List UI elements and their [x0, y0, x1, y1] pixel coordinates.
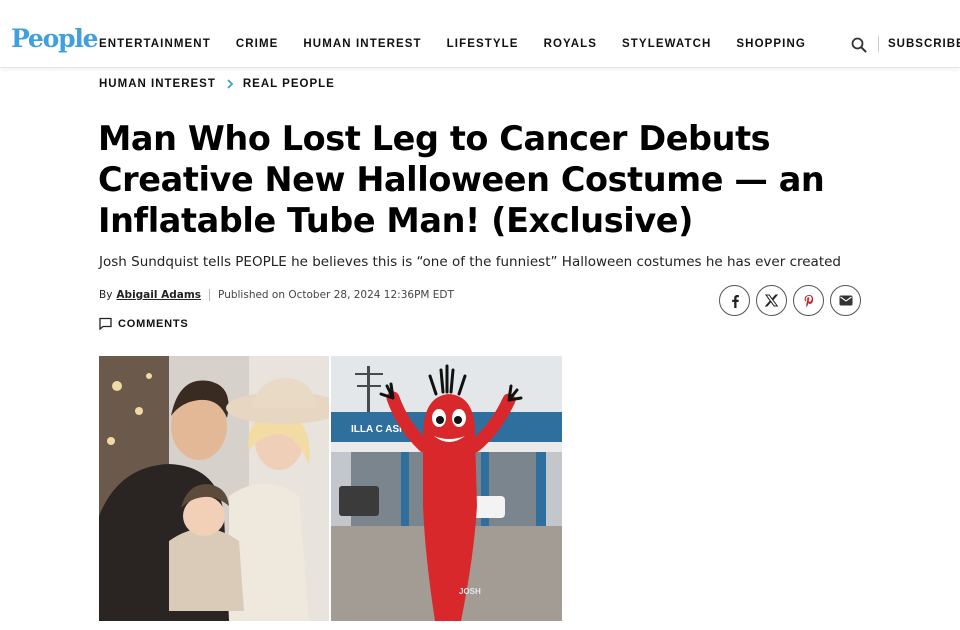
- pinterest-icon: [804, 294, 813, 307]
- x-icon: [765, 294, 778, 307]
- photo-watermark: JOSH: [459, 587, 481, 596]
- main-nav: ENTERTAINMENT CRIME HUMAN INTEREST LIFES…: [99, 38, 831, 50]
- share-x-button[interactable]: [756, 285, 787, 316]
- facebook-icon: [731, 294, 739, 308]
- nav-stylewatch[interactable]: STYLEWATCH: [622, 38, 711, 50]
- email-icon: [839, 295, 852, 306]
- chevron-right-icon: [227, 79, 234, 89]
- breadcrumb-human-interest[interactable]: HUMAN INTEREST: [99, 78, 216, 90]
- byline-divider: [209, 289, 211, 301]
- author-link[interactable]: Abigail Adams: [116, 289, 201, 301]
- share-email-button[interactable]: [830, 285, 861, 316]
- nav-human-interest[interactable]: HUMAN INTEREST: [303, 38, 421, 50]
- byline: By Abigail Adams Published on October 28…: [99, 289, 454, 301]
- comment-icon: [99, 317, 112, 330]
- breadcrumb: HUMAN INTEREST REAL PEOPLE: [99, 78, 335, 90]
- breadcrumb-real-people[interactable]: REAL PEOPLE: [243, 78, 335, 90]
- byline-prefix: By: [99, 289, 113, 301]
- published-date: Published on October 28, 2024 12:36PM ED…: [218, 289, 454, 301]
- nav-lifestyle[interactable]: LIFESTYLE: [447, 38, 519, 50]
- nav-entertainment[interactable]: ENTERTAINMENT: [99, 38, 211, 50]
- car-wash-sign: ILLA C ASH: [351, 424, 406, 435]
- article-image-tube-man: ILLA C ASH JOSH: [331, 356, 562, 621]
- comments-link[interactable]: COMMENTS: [99, 317, 189, 330]
- share-pinterest-button[interactable]: [793, 285, 824, 316]
- search-icon[interactable]: [850, 36, 868, 54]
- people-logo[interactable]: People: [11, 26, 99, 51]
- article-subtitle: Josh Sundquist tells PEOPLE he believes …: [99, 254, 841, 270]
- site-header: People ENTERTAINMENT CRIME HUMAN INTERES…: [0, 0, 960, 68]
- subscribe-link[interactable]: SUBSCRIBE: [888, 38, 960, 50]
- share-facebook-button[interactable]: [719, 285, 750, 316]
- nav-crime[interactable]: CRIME: [236, 38, 279, 50]
- comments-label: COMMENTS: [118, 317, 189, 330]
- article-image-family: [99, 356, 329, 621]
- article-title: Man Who Lost Leg to Cancer Debuts Creati…: [98, 119, 825, 240]
- nav-royals[interactable]: ROYALS: [544, 38, 597, 50]
- header-divider: [878, 36, 879, 52]
- nav-shopping[interactable]: SHOPPING: [736, 38, 806, 50]
